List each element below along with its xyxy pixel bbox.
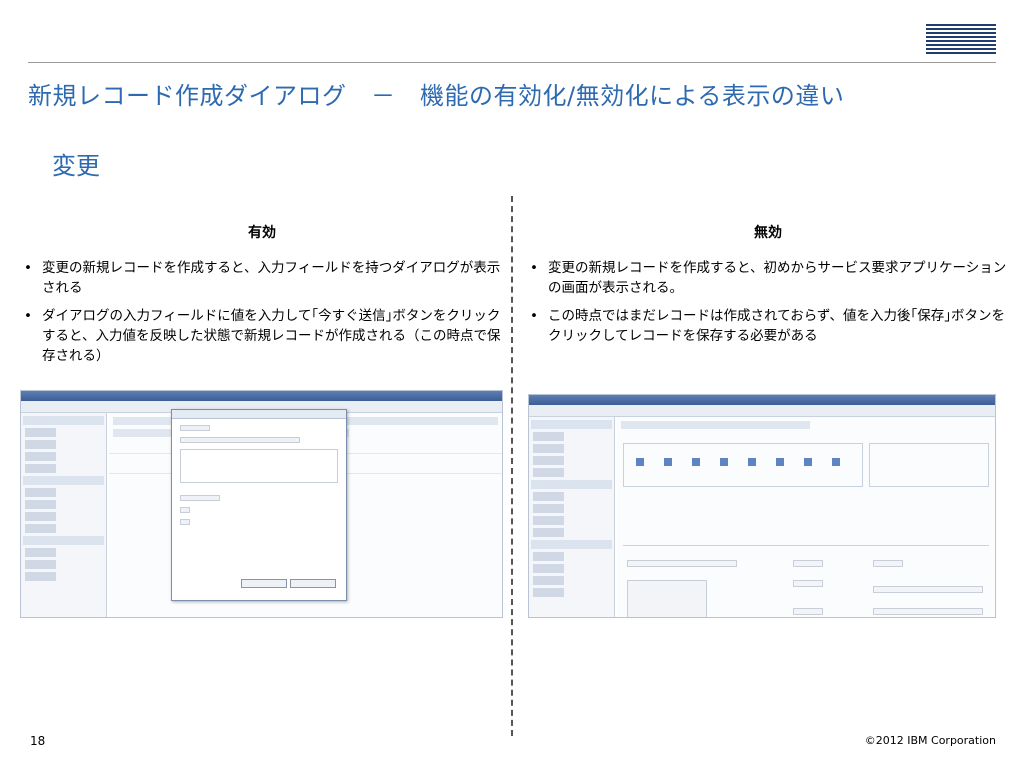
column-divider: [511, 196, 513, 736]
bullet-item: この時点ではまだレコードは作成されておらず、値を入力後｢保存｣ボタンをクリックし…: [528, 306, 1008, 346]
workflow-map: [623, 443, 863, 487]
bullet-item: 変更の新規レコードを作成すると、入力フィールドを持つダイアログが表示される: [22, 258, 502, 298]
app-nav-panel: [21, 413, 107, 617]
bullet-item: ダイアログの入力フィールドに値を入力して｢今すぐ送信｣ボタンをクリックすると、入…: [22, 306, 502, 366]
bullet-item: 変更の新規レコードを作成すると、初めからサービス要求アプリケーションの画面が表示…: [528, 258, 1008, 298]
disabled-column: 無効 変更の新規レコードを作成すると、初めからサービス要求アプリケーションの画面…: [528, 222, 1008, 354]
enabled-column: 有効 変更の新規レコードを作成すると、入力フィールドを持つダイアログが表示される…: [22, 222, 502, 374]
slide: 新規レコード作成ダイアログ － 機能の有効化/無効化による表示の違い 変更 有効…: [0, 0, 1024, 768]
disabled-screenshot: [528, 394, 996, 618]
enabled-bullets: 変更の新規レコードを作成すると、入力フィールドを持つダイアログが表示される ダイ…: [22, 258, 502, 366]
app-record-area: [617, 417, 995, 617]
app-nav-panel: [529, 417, 615, 617]
app-title-bar: [21, 391, 502, 401]
slide-title: 新規レコード作成ダイアログ － 機能の有効化/無効化による表示の違い: [28, 82, 845, 110]
ibm-logo: [926, 24, 996, 54]
workflow-assignments: [869, 443, 989, 487]
dialog-buttons: [238, 573, 338, 588]
dialog-title-bar: [172, 410, 346, 419]
app-toolbar: [529, 405, 995, 417]
page-number: 18: [30, 734, 46, 748]
enabled-screenshot: [20, 390, 503, 618]
disabled-heading: 無効: [754, 225, 782, 241]
slide-subtitle: 変更: [52, 152, 100, 180]
app-title-bar: [529, 395, 995, 405]
new-record-dialog: [171, 409, 347, 601]
disabled-bullets: 変更の新規レコードを作成すると、初めからサービス要求アプリケーションの画面が表示…: [528, 258, 1008, 346]
header-rule: [28, 62, 996, 63]
enabled-heading: 有効: [248, 225, 276, 241]
change-details: [623, 545, 989, 617]
copyright: ©2012 IBM Corporation: [864, 734, 996, 747]
